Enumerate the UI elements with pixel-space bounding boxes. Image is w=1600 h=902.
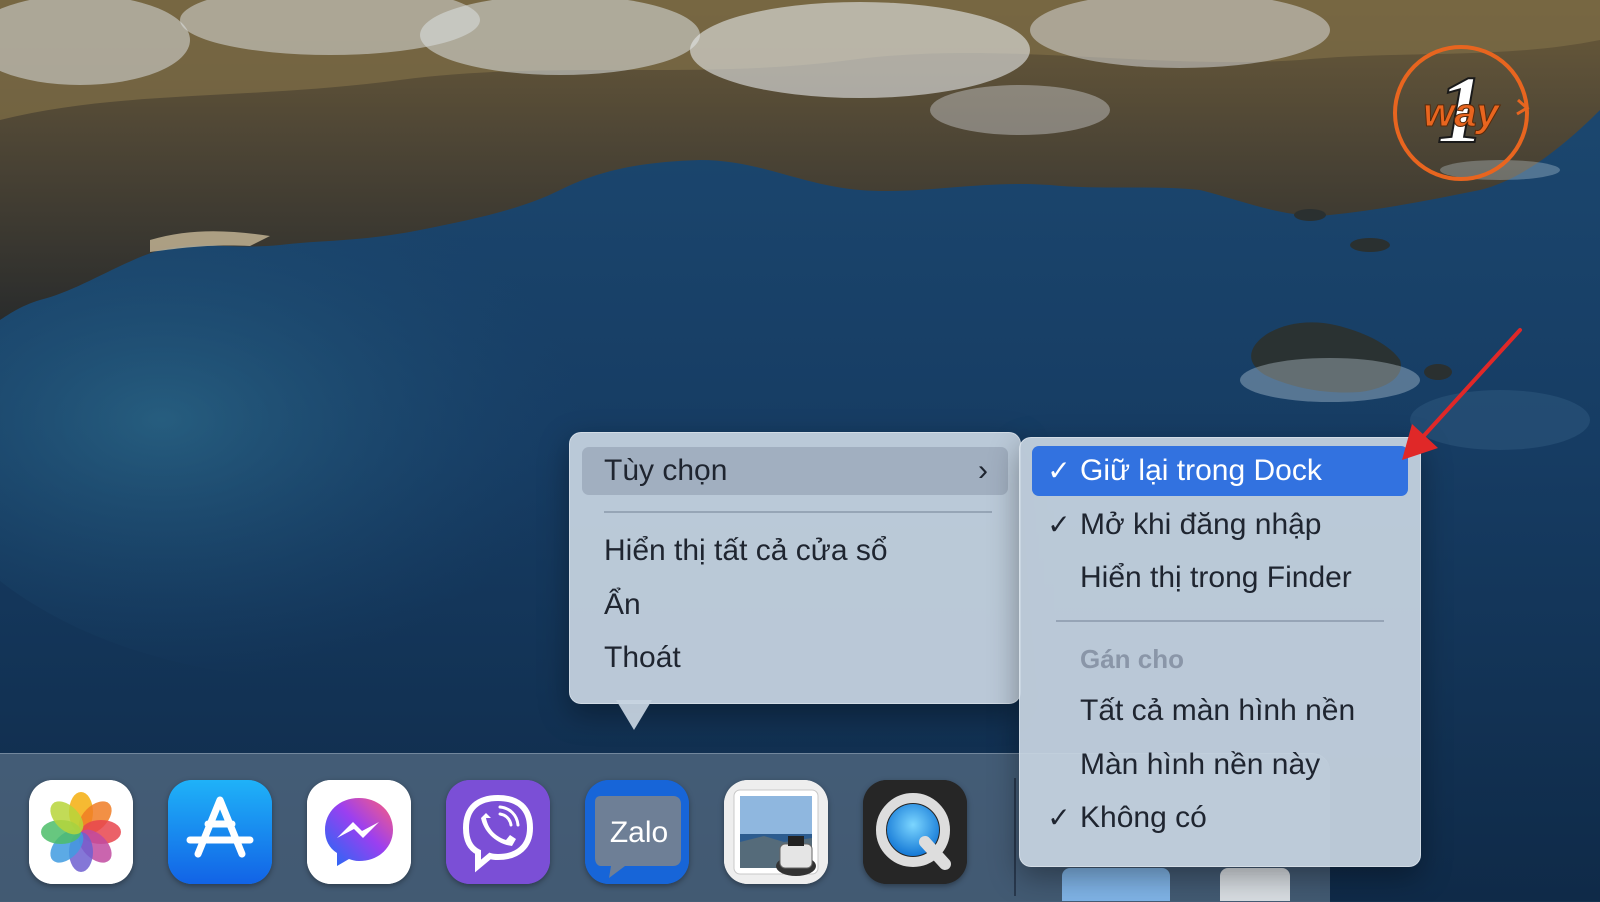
dock-context-menu: Tùy chọn › Hiển thị tất cả cửa sổ Ẩn Tho…	[569, 432, 1021, 704]
logo-text: way	[1423, 91, 1500, 135]
menu-section-header-label: Gán cho	[1080, 644, 1185, 674]
menu-separator	[1056, 620, 1384, 622]
checkmark-icon: ✓	[1047, 508, 1071, 541]
checkmark-icon: ✓	[1047, 801, 1071, 834]
menu-item-none-label: Không có	[1080, 801, 1207, 834]
app-store-icon	[168, 780, 272, 884]
dock-app-photos[interactable]	[29, 780, 133, 884]
menu-item-none[interactable]: ✓ Không có	[1032, 793, 1408, 843]
options-submenu: ✓ Giữ lại trong Dock ✓ Mở khi đăng nhập …	[1019, 437, 1421, 867]
messenger-icon	[307, 780, 411, 884]
chevron-right-icon: ›	[978, 454, 988, 487]
menu-item-options-label: Tùy chọn	[604, 454, 728, 487]
menu-item-show-all-windows-label: Hiển thị tất cả cửa sổ	[604, 534, 888, 567]
menu-item-keep-in-dock[interactable]: ✓ Giữ lại trong Dock	[1032, 446, 1408, 496]
menu-item-show-all-windows[interactable]: Hiển thị tất cả cửa sổ	[582, 527, 1008, 575]
annotation-arrow	[1402, 328, 1522, 460]
menu-item-show-in-finder[interactable]: Hiển thị trong Finder	[1032, 553, 1408, 603]
menu-item-this-desktop-label: Màn hình nền này	[1080, 748, 1321, 781]
menu-item-show-in-finder-label: Hiển thị trong Finder	[1080, 561, 1352, 594]
zalo-icon: Zalo	[585, 780, 689, 884]
photos-icon	[29, 780, 133, 884]
dock-app-partial-item[interactable]	[1220, 868, 1290, 901]
menu-item-quit[interactable]: Thoát	[582, 634, 1008, 682]
menu-section-header-assign-to: Gán cho	[1032, 634, 1408, 684]
menu-item-keep-in-dock-label: Giữ lại trong Dock	[1080, 454, 1322, 487]
menu-item-hide[interactable]: Ẩn	[582, 581, 1008, 629]
dock-app-quicktime[interactable]	[863, 780, 967, 884]
menu-item-this-desktop[interactable]: Màn hình nền này	[1032, 740, 1408, 790]
zalo-label: Zalo	[610, 816, 668, 849]
menu-item-open-at-login[interactable]: ✓ Mở khi đăng nhập	[1032, 500, 1408, 550]
preview-icon	[724, 780, 828, 884]
dock-app-preview[interactable]	[724, 780, 828, 884]
menu-item-open-at-login-label: Mở khi đăng nhập	[1080, 508, 1322, 541]
dock-app-zalo[interactable]: Zalo	[585, 780, 689, 884]
viber-icon	[446, 780, 550, 884]
menu-item-options[interactable]: Tùy chọn ›	[582, 447, 1008, 495]
dock-separator	[1014, 778, 1016, 896]
menu-separator	[604, 511, 992, 513]
checkmark-icon: ✓	[1047, 454, 1071, 487]
menu-item-quit-label: Thoát	[604, 641, 681, 674]
quicktime-icon	[863, 780, 967, 884]
way1-logo: 1 way	[1393, 45, 1530, 181]
dock-app-viber[interactable]	[446, 780, 550, 884]
menu-item-hide-label: Ẩn	[604, 588, 641, 621]
menu-pointer	[616, 700, 652, 730]
dock-app-app-store[interactable]	[168, 780, 272, 884]
dock-app-partial-folder[interactable]	[1062, 868, 1170, 901]
dock-app-messenger[interactable]	[307, 780, 411, 884]
menu-item-all-desktops[interactable]: Tất cả màn hình nền	[1032, 686, 1408, 736]
menu-item-all-desktops-label: Tất cả màn hình nền	[1080, 694, 1356, 727]
